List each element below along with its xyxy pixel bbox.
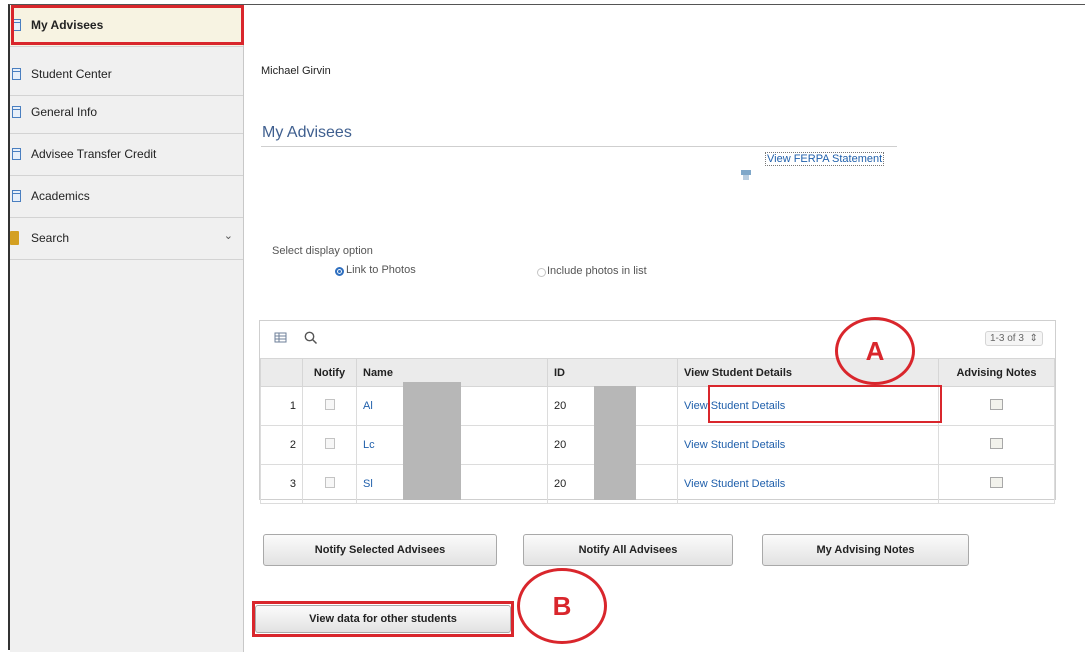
student-name-start: Lc xyxy=(363,439,375,451)
advising-notes-icon[interactable] xyxy=(990,399,1003,410)
table-header-row: Notify Name ID View Student Details Advi… xyxy=(260,358,1055,387)
display-option-label: Select display option xyxy=(272,245,373,257)
title-divider xyxy=(261,146,897,147)
advising-notes-icon[interactable] xyxy=(990,438,1003,449)
folder-icon xyxy=(10,231,19,245)
radio-label-include-photos: Include photos in list xyxy=(547,265,647,277)
advising-notes-icon[interactable] xyxy=(990,477,1003,488)
sidebar-item-search[interactable]: Search ⌄ xyxy=(10,218,243,260)
annotation-highlight-view-details xyxy=(708,385,942,423)
annotation-circle-a: A xyxy=(835,317,915,385)
sidebar-item-label: Advisee Transfer Credit xyxy=(31,147,157,161)
notify-checkbox[interactable] xyxy=(324,438,335,449)
student-id-start: 20 xyxy=(554,439,567,451)
annotation-letter-b: B xyxy=(552,590,572,621)
sidebar-item-label: General Info xyxy=(31,105,98,119)
annotation-circle-b: B xyxy=(517,568,607,644)
search-icon[interactable] xyxy=(304,331,318,345)
notify-checkbox[interactable] xyxy=(324,477,335,488)
sidebar-item-label: Student Center xyxy=(31,67,112,81)
table-row: 2 Lcal 204 View Student Details xyxy=(260,425,1055,465)
sidebar-item-academics[interactable]: Academics xyxy=(10,176,243,218)
redaction-mask-id xyxy=(594,386,636,500)
sidebar-item-label: Search xyxy=(31,231,70,245)
print-icon[interactable] xyxy=(739,168,753,182)
sidebar-item-advisee-transfer-credit[interactable]: Advisee Transfer Credit xyxy=(10,134,243,176)
annotation-highlight-view-other xyxy=(252,601,514,637)
sidebar-item-general-info[interactable]: General Info xyxy=(10,92,243,134)
col-header-id[interactable]: ID xyxy=(547,358,678,387)
view-student-details-link[interactable]: View Student Details xyxy=(684,478,785,490)
advisees-table: Notify Name ID View Student Details Advi… xyxy=(260,358,1055,504)
page-icon xyxy=(12,68,21,80)
page-title: My Advisees xyxy=(262,124,352,141)
student-name-link[interactable]: Al xyxy=(363,400,373,412)
user-name: Michael Girvin xyxy=(261,65,331,77)
page-icon xyxy=(12,190,21,202)
col-header-notify[interactable]: Notify xyxy=(302,358,357,387)
notify-all-advisees-button[interactable]: Notify All Advisees xyxy=(523,534,733,566)
sidebar-item-label: Academics xyxy=(31,189,90,203)
annotation-letter-a: A xyxy=(865,335,885,366)
redaction-mask-name xyxy=(403,382,461,500)
radio-label-link-to-photos: Link to Photos xyxy=(346,264,416,276)
view-ferpa-statement-link[interactable]: View FERPA Statement xyxy=(765,152,885,166)
student-id-start: 20 xyxy=(554,400,567,412)
radio-include-photos[interactable] xyxy=(537,268,546,277)
pager-select[interactable]: 1-3 of 3 ⇕ xyxy=(985,331,1043,346)
my-advising-notes-button[interactable]: My Advising Notes xyxy=(762,534,969,566)
col-header-num xyxy=(260,358,303,387)
grid-toolbar: 1-3 of 3 ⇕ xyxy=(260,321,1055,358)
radio-link-to-photos[interactable] xyxy=(335,267,344,276)
row-number: 3 xyxy=(260,464,303,504)
page-icon xyxy=(12,106,21,118)
pager-text: 1-3 of 3 xyxy=(990,333,1024,344)
student-name-start: Sl xyxy=(363,478,373,490)
table-row: 3 Slw Y 206 View Student Details xyxy=(260,464,1055,504)
row-number: 2 xyxy=(260,425,303,465)
notify-checkbox[interactable] xyxy=(324,399,335,410)
chevron-down-icon[interactable]: ⌄ xyxy=(224,229,233,242)
sidebar-item-student-center[interactable]: Student Center xyxy=(10,54,243,96)
col-header-advising-notes[interactable]: Advising Notes xyxy=(938,358,1055,387)
pager-arrows-icon: ⇕ xyxy=(1026,333,1038,344)
row-number: 1 xyxy=(260,386,303,426)
view-student-details-link[interactable]: View Student Details xyxy=(684,439,785,451)
page-icon xyxy=(12,148,21,160)
annotation-highlight-my-advisees xyxy=(11,5,244,45)
grid-personalize-icon[interactable] xyxy=(274,332,288,345)
notify-selected-advisees-button[interactable]: Notify Selected Advisees xyxy=(263,534,497,566)
sidebar: My Advisees Student Center General Info … xyxy=(10,5,244,652)
student-id-start: 20 xyxy=(554,478,567,490)
